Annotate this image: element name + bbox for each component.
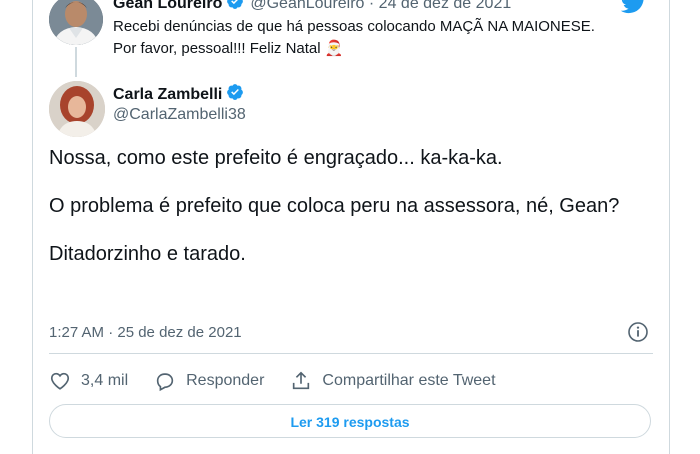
original-tweet-header: Gean Loureiro @GeanLoureiro · 24 de dez d…: [113, 0, 511, 13]
reply-label: Responder: [186, 372, 265, 389]
info-icon[interactable]: [627, 321, 649, 343]
share-button[interactable]: Compartilhar este Tweet: [290, 370, 496, 392]
divider: [49, 353, 653, 354]
avatar-carla-zambelli[interactable]: [49, 81, 105, 137]
avatar-gean-loureiro[interactable]: [49, 0, 103, 45]
twitter-bird-icon[interactable]: [621, 0, 647, 14]
original-author-name[interactable]: Gean Loureiro: [113, 0, 222, 12]
tweet-timestamp[interactable]: 1:27 AM · 25 de dez de 2021: [49, 324, 242, 341]
reply-icon: [156, 373, 174, 392]
tweet-card: Gean Loureiro @GeanLoureiro · 24 de dez d…: [32, 0, 670, 454]
reply-author-name[interactable]: Carla Zambelli: [113, 86, 222, 103]
verified-badge-icon: [227, 0, 244, 9]
reply-button[interactable]: Responder: [154, 370, 264, 392]
original-tweet-date[interactable]: 24 de dez de 2021: [379, 0, 512, 12]
thread-connector-line: [75, 47, 77, 77]
tweet-actions-bar: 3,4 mil Responder Compartilhar este Twee…: [49, 370, 522, 392]
tweet-paragraph: O problema é prefeito que coloca peru na…: [49, 195, 620, 217]
read-replies-button[interactable]: Ler 319 respostas: [49, 404, 651, 438]
separator-dot: ·: [364, 0, 379, 12]
share-icon: [293, 371, 310, 390]
like-button[interactable]: 3,4 mil: [49, 370, 128, 392]
original-author-handle[interactable]: @GeanLoureiro: [250, 0, 364, 12]
reply-author-handle[interactable]: @CarlaZambelli38: [113, 106, 246, 124]
tweet-paragraph: Nossa, como este prefeito é engraçado...…: [49, 147, 503, 169]
like-count: 3,4 mil: [81, 372, 129, 389]
verified-badge-icon: [227, 84, 244, 100]
reply-author-name-row: Carla Zambelli: [113, 83, 250, 104]
share-label: Compartilhar este Tweet: [322, 372, 496, 389]
original-tweet-text: Recebi denúncias de que há pessoas coloc…: [113, 18, 595, 57]
heart-icon: [50, 372, 70, 390]
reply-tweet-text: Nossa, como este prefeito é engraçado...…: [49, 146, 649, 290]
tweet-paragraph: Ditadorzinho e tarado.: [49, 243, 246, 265]
